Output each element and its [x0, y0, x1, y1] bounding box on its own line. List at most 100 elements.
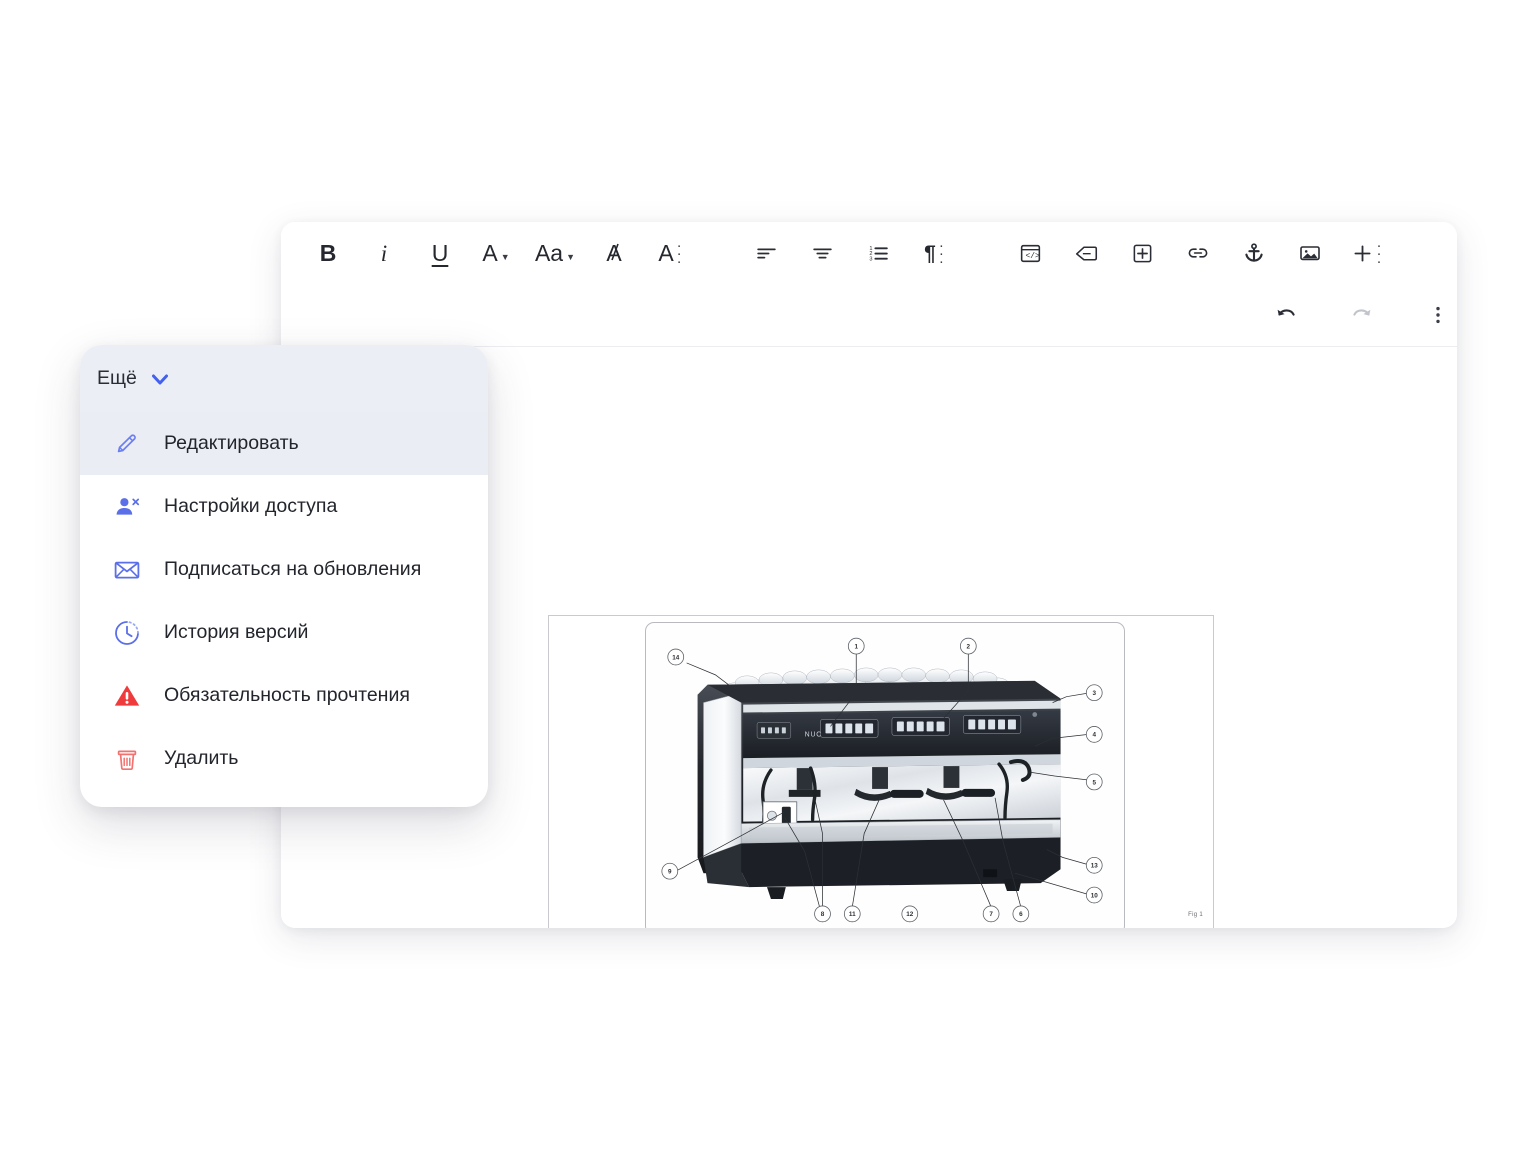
espresso-machine-svg: NUOVA SIMONELLI: [661, 637, 1103, 923]
svg-text:14: 14: [672, 654, 680, 661]
plus-icon: [1353, 244, 1371, 262]
tag-icon: [1075, 245, 1097, 261]
text-color-glyph: A: [482, 239, 498, 266]
code-block-button[interactable]: </>: [1011, 234, 1049, 272]
left-side-panel: [703, 692, 742, 858]
svg-text:13: 13: [1091, 863, 1099, 870]
svg-text:11: 11: [849, 911, 856, 918]
keypad-3: [963, 715, 1022, 734]
image-button[interactable]: [1291, 234, 1329, 272]
anchor-button[interactable]: [1235, 234, 1273, 272]
menu-item-version-history[interactable]: История версий: [80, 601, 488, 664]
svg-text:</>: </>: [1025, 251, 1039, 260]
svg-text:4: 4: [1092, 732, 1096, 739]
more-menu-header[interactable]: Ещё: [80, 345, 488, 412]
menu-item-edit[interactable]: Редактировать: [80, 412, 488, 475]
vertical-dots-icon: · · ·: [938, 236, 944, 271]
chevron-down-icon: ▼: [566, 252, 576, 262]
chevron-down-icon: ▼: [500, 252, 510, 262]
menu-item-label: Обязательность прочтения: [164, 684, 410, 706]
vertical-dots-icon: [1436, 306, 1440, 324]
insert-table-icon: [1133, 244, 1151, 262]
adjustable-foot: [983, 869, 998, 878]
text-color-button[interactable]: A ▼: [477, 234, 515, 272]
keypad-2: [891, 717, 950, 736]
text-options-button[interactable]: A · · ·: [651, 234, 689, 272]
font-size-glyph: Aa: [534, 239, 564, 266]
svg-text:12: 12: [906, 911, 914, 918]
indicator-led: [1032, 712, 1038, 717]
svg-text:1: 1: [854, 643, 858, 650]
svg-text:9: 9: [668, 869, 672, 876]
warning-icon: [112, 681, 142, 711]
undo-button[interactable]: [1267, 296, 1305, 334]
svg-text:8: 8: [821, 911, 825, 918]
numbered-list-button[interactable]: 1 2 3: [859, 234, 897, 272]
trash-icon: [112, 744, 142, 774]
svg-text:3: 3: [1092, 690, 1096, 697]
vertical-dots-icon: · · ·: [1376, 236, 1382, 271]
portafilter-handle-2: [889, 789, 924, 798]
numbered-list-icon: 1 2 3: [869, 245, 888, 262]
svg-text:5: 5: [1092, 779, 1096, 786]
italic-glyph: i: [380, 240, 388, 266]
figure-parts-diagram[interactable]: NUOVA SIMONELLI: [548, 615, 1214, 928]
toolbar-row-history: [281, 284, 1457, 346]
pencil-icon: [112, 429, 142, 459]
menu-item-access-settings[interactable]: Настройки доступа: [80, 475, 488, 538]
menu-item-label: Удалить: [164, 747, 239, 769]
editor-toolbar: B i U A ▼ Aa ▼ A · · · 1 2 3 ¶ · · · </>…: [281, 222, 1457, 347]
align-center-icon: [812, 247, 832, 259]
pilcrow-glyph: ¶: [924, 241, 936, 265]
tag-button[interactable]: [1067, 234, 1105, 272]
person-remove-icon: [112, 492, 142, 522]
align-left-icon: [756, 247, 776, 259]
chevron-down-icon: [151, 374, 168, 384]
vertical-dots-icon: · · ·: [676, 236, 682, 271]
menu-item-subscribe[interactable]: Подписаться на обновления: [80, 538, 488, 601]
redo-button[interactable]: [1343, 296, 1381, 334]
align-left-button[interactable]: [747, 234, 785, 272]
foot-left: [766, 887, 786, 899]
keypad-1: [820, 719, 879, 738]
more-menu-label: Ещё: [97, 367, 137, 389]
code-block-icon: </>: [1020, 244, 1040, 262]
underline-button[interactable]: U: [421, 234, 459, 272]
more-menu-card: Ещё Редактировать Настройки доступа Подп…: [80, 345, 488, 807]
link-button[interactable]: [1179, 234, 1217, 272]
italic-button[interactable]: i: [365, 234, 403, 272]
portafilter-handle-3: [961, 788, 996, 797]
font-size-button[interactable]: Aa ▼: [533, 234, 577, 272]
undo-icon: [1277, 309, 1295, 316]
espresso-machine-illustration: NUOVA SIMONELLI: [646, 623, 1124, 928]
clear-formatting-button[interactable]: A: [595, 234, 633, 272]
underline-glyph: U: [431, 239, 449, 266]
image-icon: [1300, 246, 1320, 261]
menu-item-label: История версий: [164, 621, 309, 643]
bold-glyph: B: [319, 239, 337, 266]
menu-item-label: Подписаться на обновления: [164, 558, 422, 580]
menu-item-label: Настройки доступа: [164, 495, 338, 517]
svg-text:7: 7: [989, 911, 993, 918]
menu-item-label: Редактировать: [164, 432, 299, 454]
figure-number-label: Fig 1: [1188, 912, 1203, 918]
menu-item-mandatory-read[interactable]: Обязательность прочтения: [80, 664, 488, 727]
history-clock-icon: [112, 618, 142, 648]
svg-text:3: 3: [869, 256, 872, 262]
svg-text:10: 10: [1091, 892, 1099, 899]
svg-text:6: 6: [1019, 911, 1023, 918]
menu-item-delete[interactable]: Удалить: [80, 727, 488, 790]
foot-right: [1003, 879, 1022, 892]
toolbar-row-formatting: B i U A ▼ Aa ▼ A · · · 1 2 3 ¶ · · · </>…: [281, 222, 1457, 284]
insert-table-button[interactable]: [1123, 234, 1161, 272]
paragraph-settings-button[interactable]: ¶ · · ·: [915, 234, 953, 272]
align-center-button[interactable]: [803, 234, 841, 272]
more-menu-list: Редактировать Настройки доступа Подписат…: [80, 412, 488, 790]
insert-more-button[interactable]: · · ·: [1347, 234, 1385, 272]
strike-slash-icon: [611, 243, 619, 261]
bold-button[interactable]: B: [309, 234, 347, 272]
figure-photo-frame: NUOVA SIMONELLI: [645, 622, 1125, 928]
anchor-icon: [1245, 243, 1263, 262]
overflow-menu-button[interactable]: [1419, 296, 1457, 334]
redo-icon: [1353, 309, 1371, 316]
